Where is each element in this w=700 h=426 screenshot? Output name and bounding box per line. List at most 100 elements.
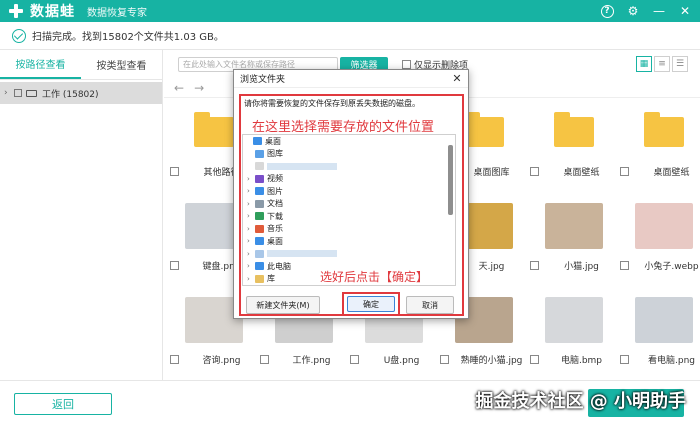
- folder-icon: [194, 112, 234, 147]
- file-checkbox[interactable]: [170, 166, 179, 176]
- file-caption: U盘.png: [350, 352, 438, 366]
- annotation-hint-confirm: 选好后点击【确定】: [320, 268, 429, 285]
- drive-icon: [26, 89, 37, 97]
- folder-tree-item[interactable]: › 视频: [243, 173, 455, 186]
- chevron-right-icon[interactable]: ›: [247, 237, 255, 245]
- folder-icon: [255, 187, 264, 196]
- view-mode-switch: ▦ ≡ ☰: [634, 56, 688, 72]
- tree-item-work[interactable]: › 工作 (15802): [0, 82, 162, 104]
- image-thumbnail: [545, 297, 603, 343]
- file-checkbox[interactable]: [440, 354, 449, 364]
- file-thumbnail[interactable]: [530, 196, 618, 256]
- folder-tree-item[interactable]: ›: [243, 248, 455, 261]
- file-checkbox[interactable]: [620, 354, 629, 364]
- dialog-description: 请你将需要恢复的文件保存到原丢失数据的磁盘。: [244, 99, 420, 108]
- browse-folder-dialog: 浏览文件夹 ✕ 请你将需要恢复的文件保存到原丢失数据的磁盘。 在这里选择需要存放…: [233, 69, 469, 319]
- file-name: 熟睡的小猫.jpg: [460, 355, 523, 366]
- file-item[interactable]: 小兔子.webp: [620, 196, 700, 272]
- folder-tree-item[interactable]: › 音乐: [243, 223, 455, 236]
- grid-view-icon[interactable]: ▦: [636, 56, 652, 72]
- close-button[interactable]: ✕: [676, 2, 694, 20]
- folder-tree-item[interactable]: 桌面: [243, 135, 455, 148]
- folder-tree-item[interactable]: › 桌面: [243, 235, 455, 248]
- file-checkbox[interactable]: [530, 354, 539, 364]
- only-deleted-checkbox[interactable]: [402, 60, 411, 69]
- file-caption: 小兔子.webp: [620, 258, 700, 272]
- new-folder-button[interactable]: 新建文件夹(M): [246, 296, 320, 314]
- folder-icon: [644, 112, 684, 147]
- tab-by-path[interactable]: 按路径查看: [0, 50, 81, 79]
- image-thumbnail: [545, 203, 603, 249]
- dialog-title: 浏览文件夹: [240, 75, 286, 85]
- folder-icon: [464, 112, 504, 147]
- dialog-close-button[interactable]: ✕: [450, 71, 464, 85]
- file-checkbox[interactable]: [620, 166, 629, 176]
- file-name: 小猫.jpg: [564, 261, 599, 272]
- folder-tree-item[interactable]: › 图片: [243, 185, 455, 198]
- file-checkbox[interactable]: [170, 260, 179, 270]
- folder-tree-label: 视频: [267, 174, 283, 184]
- folder-tree-label: 库: [267, 274, 275, 284]
- folder-tree: 桌面 图库 › 视频 › 图片 › 文档 › 下载 › 音乐 › 桌面 › › 此电脑 › 库: [242, 134, 456, 286]
- tree-checkbox[interactable]: [14, 89, 22, 97]
- file-thumbnail[interactable]: [530, 290, 618, 350]
- file-checkbox[interactable]: [170, 354, 179, 364]
- ok-button[interactable]: 确定: [347, 296, 395, 312]
- tree-item-label: 工作 (15802): [42, 89, 99, 100]
- folder-tree-label: 桌面: [265, 136, 281, 146]
- detail-view-icon[interactable]: ☰: [672, 56, 688, 72]
- file-thumbnail[interactable]: [620, 196, 700, 256]
- folder-tree-item[interactable]: 图库: [243, 148, 455, 161]
- folder-tree-item[interactable]: › 下载: [243, 210, 455, 223]
- file-item[interactable]: 桌面壁纸: [530, 102, 618, 178]
- file-thumbnail[interactable]: [530, 102, 618, 162]
- window-controls: ? ⚙ — ✕: [590, 2, 694, 20]
- chevron-right-icon[interactable]: ›: [247, 175, 255, 183]
- chevron-right-icon[interactable]: ›: [247, 262, 255, 270]
- file-name: 电脑.bmp: [560, 355, 603, 366]
- file-checkbox[interactable]: [350, 354, 359, 364]
- folder-icon: [255, 149, 264, 158]
- file-checkbox[interactable]: [260, 354, 269, 364]
- forward-arrow-icon[interactable]: →: [194, 81, 204, 95]
- help-button[interactable]: ?: [598, 2, 616, 20]
- folder-icon: [255, 274, 264, 283]
- file-item[interactable]: 电脑.bmp: [530, 290, 618, 366]
- back-button[interactable]: 返回: [14, 393, 112, 415]
- folder-tree-label: 图库: [267, 149, 283, 159]
- chevron-right-icon[interactable]: ›: [4, 88, 12, 98]
- file-caption: 桌面壁纸: [530, 164, 618, 178]
- chevron-right-icon[interactable]: ›: [247, 250, 255, 258]
- tree-scrollbar[interactable]: [448, 145, 453, 215]
- file-checkbox[interactable]: [530, 260, 539, 270]
- chevron-right-icon[interactable]: ›: [247, 275, 255, 283]
- file-item[interactable]: 桌面壁纸: [620, 102, 700, 178]
- chevron-right-icon[interactable]: ›: [247, 200, 255, 208]
- file-item[interactable]: 小猫.jpg: [530, 196, 618, 272]
- folder-icon: [255, 224, 264, 233]
- file-item[interactable]: 看电脑.png: [620, 290, 700, 366]
- folder-tree-item[interactable]: › 文档: [243, 198, 455, 211]
- chevron-right-icon[interactable]: ›: [247, 212, 255, 220]
- settings-button[interactable]: ⚙: [624, 2, 642, 20]
- title-bar: 数据蛙 数据恢复专家 ? ⚙ — ✕: [0, 0, 700, 22]
- folder-icon: [255, 249, 264, 258]
- back-arrow-icon[interactable]: ←: [174, 81, 184, 95]
- gear-icon: ⚙: [627, 4, 639, 18]
- file-checkbox[interactable]: [530, 166, 539, 176]
- folder-tree-label: 桌面: [267, 236, 283, 246]
- cancel-button[interactable]: 取消: [406, 296, 454, 314]
- folder-icon: [255, 237, 264, 246]
- list-view-icon[interactable]: ≡: [654, 56, 670, 72]
- watermark-text: 掘金技术社区 @ 小明助手: [475, 391, 686, 412]
- folder-tree-item[interactable]: [243, 160, 455, 173]
- annotation-hint-select: 在这里选择需要存放的文件位置: [252, 120, 435, 135]
- chevron-right-icon[interactable]: ›: [247, 225, 255, 233]
- folder-icon: [255, 162, 264, 171]
- chevron-right-icon[interactable]: ›: [247, 187, 255, 195]
- file-thumbnail[interactable]: [620, 102, 700, 162]
- file-checkbox[interactable]: [620, 260, 629, 270]
- tab-by-type[interactable]: 按类型查看: [81, 50, 162, 79]
- minimize-button[interactable]: —: [650, 2, 668, 20]
- file-thumbnail[interactable]: [620, 290, 700, 350]
